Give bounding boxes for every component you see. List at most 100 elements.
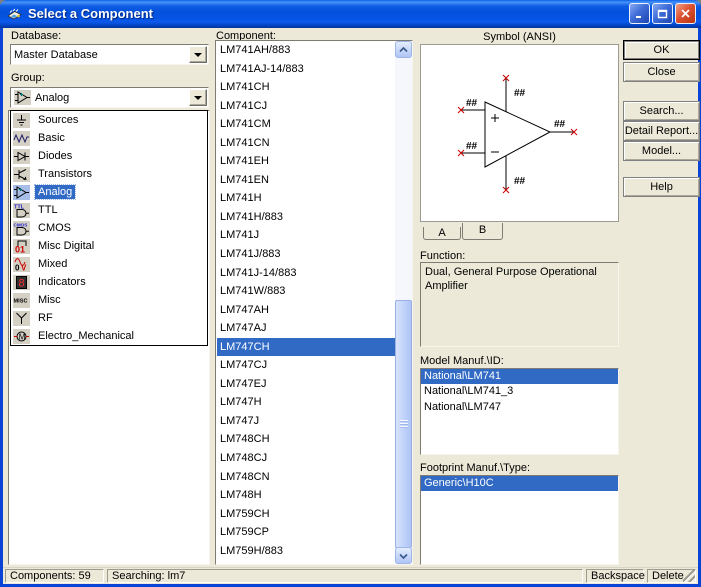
component-list-item[interactable]: LM741AH/883 (217, 41, 395, 60)
component-list-item[interactable]: LM748H (217, 486, 395, 505)
chevron-down-icon (399, 553, 408, 559)
component-list-item[interactable]: LM747EJ (217, 375, 395, 394)
component-list-item[interactable]: LM748CN (217, 468, 395, 487)
model-list-item[interactable]: National\LM741_3 (421, 384, 618, 399)
component-list-item[interactable]: LM748CJ (217, 449, 395, 468)
component-list-item[interactable]: LM741J/883 (217, 245, 395, 264)
electro-mechanical-icon: M (13, 329, 30, 344)
scroll-down-button[interactable] (395, 547, 412, 564)
group-list-item[interactable]: Basic (11, 129, 207, 147)
delete-panel: Delete (647, 569, 696, 583)
minimize-button[interactable] (629, 3, 650, 24)
footprint-label: Footprint Manuf.\Type: (420, 462, 530, 474)
group-list-item[interactable]: Sources (11, 111, 207, 129)
group-list-item[interactable]: 8 Indicators (11, 273, 207, 291)
indicators-icon: 8 (13, 275, 30, 290)
select-component-dialog: Select a Component Database: Master Data… (0, 0, 701, 587)
group-list-item[interactable]: 0V Mixed (11, 255, 207, 273)
svg-text:V: V (21, 263, 27, 272)
symbol-title: Symbol (ANSI) (420, 31, 619, 43)
detail-report-button[interactable]: Detail Report... (623, 121, 700, 141)
group-list-item[interactable]: Transistors (11, 165, 207, 183)
component-list-item[interactable]: LM759CH (217, 505, 395, 524)
help-button[interactable]: Help (623, 177, 700, 197)
chevron-down-icon (194, 53, 202, 61)
basic-icon (13, 131, 30, 146)
close-dialog-button[interactable]: Close (623, 62, 700, 82)
component-list-item[interactable]: LM747CJ (217, 356, 395, 375)
ok-button[interactable]: OK (623, 40, 700, 60)
group-list-item[interactable]: 01 Misc Digital (11, 237, 207, 255)
scroll-up-button[interactable] (395, 41, 412, 58)
database-dropdown-button[interactable] (189, 46, 207, 63)
pin-label: ## (466, 98, 478, 109)
pin-label: ## (554, 119, 566, 130)
pin-label: ## (514, 176, 526, 187)
search-button[interactable]: Search... (623, 101, 700, 121)
symbol-tab-b[interactable]: B (462, 223, 503, 240)
svg-text:CMOS: CMOS (14, 222, 28, 227)
opamp-symbol: ## ## ## ## ## (421, 45, 618, 221)
side-button-column: OK Close Search... Detail Report... Mode… (623, 28, 701, 328)
component-list-item[interactable]: LM741CM (217, 115, 395, 134)
sources-icon (13, 113, 30, 128)
component-list-item[interactable]: LM741AJ-14/883 (217, 60, 395, 79)
status-bar: Components: 59 Searching: lm7 Backspace … (3, 567, 698, 583)
searching-status: Searching: lm7 (107, 569, 583, 583)
pin-label: ## (514, 88, 526, 99)
component-list-item[interactable]: LM741H/883 (217, 208, 395, 227)
window-title: Select a Component (28, 6, 627, 21)
model-button[interactable]: Model... (623, 141, 700, 161)
footprint-list-item[interactable]: Generic\H10C (421, 476, 618, 491)
component-list-item[interactable]: LM741CJ (217, 97, 395, 116)
component-list-item[interactable]: LM759H/883 (217, 542, 395, 561)
component-list-item[interactable]: LM741W/883 (217, 282, 395, 301)
pin-label: ## (466, 141, 478, 152)
symbol-tab-a[interactable]: A (423, 227, 461, 240)
database-combo[interactable]: Master Database (10, 44, 209, 65)
scroll-thumb[interactable] (395, 300, 412, 548)
component-list-item[interactable]: LM741J-14/883 (217, 264, 395, 283)
group-list-item[interactable]: CMOS CMOS (11, 219, 207, 237)
component-list-item[interactable]: LM741CN (217, 134, 395, 153)
model-list-item[interactable]: National\LM741 (421, 369, 618, 384)
thumb-grip-icon (400, 420, 408, 428)
component-list-item[interactable]: LM741EN (217, 171, 395, 190)
group-dropdown-list: Sources Basic Diodes Transistors (10, 110, 208, 346)
component-list-item[interactable]: LM747AH (217, 301, 395, 320)
component-list-item[interactable]: LM748CH (217, 430, 395, 449)
component-list-item[interactable]: LM747CH (217, 338, 395, 357)
svg-text:8: 8 (19, 277, 25, 289)
component-list-item[interactable]: LM759MH (217, 560, 395, 564)
function-box: Dual, General Purpose Operational Amplif… (420, 262, 619, 347)
maximize-button[interactable] (652, 3, 673, 24)
group-list-item[interactable]: Analog (11, 183, 207, 201)
resize-grip[interactable] (683, 570, 695, 582)
component-list-item[interactable]: LM741EH (217, 152, 395, 171)
component-list-item[interactable]: LM747H (217, 393, 395, 412)
vertical-scrollbar[interactable] (395, 41, 412, 564)
svg-text:0: 0 (15, 263, 20, 272)
titlebar[interactable]: Select a Component (0, 0, 701, 28)
group-dropdown-button[interactable] (189, 89, 207, 106)
component-list-item[interactable]: LM747AJ (217, 319, 395, 338)
model-list-item[interactable]: National\LM747 (421, 400, 618, 415)
svg-text:MISC: MISC (14, 298, 28, 304)
component-list-item[interactable]: LM741CH (217, 78, 395, 97)
group-list-item[interactable]: Diodes (11, 147, 207, 165)
misc-icon: MISC (13, 293, 30, 308)
component-list-item[interactable]: LM741J (217, 226, 395, 245)
component-list-item[interactable]: LM759CP (217, 523, 395, 542)
group-list-item[interactable]: MISC Misc (11, 291, 207, 309)
svg-text:01: 01 (15, 244, 25, 254)
dialog-content: Database: Master Database Group: Analog … (3, 28, 698, 584)
symbol-preview: ## ## ## ## ## (420, 44, 619, 222)
database-value: Master Database (11, 49, 188, 61)
component-list-item[interactable]: LM747J (217, 412, 395, 431)
component-list-item[interactable]: LM741H (217, 189, 395, 208)
close-button[interactable] (675, 3, 696, 24)
group-list-item[interactable]: M Electro_Mechanical (11, 327, 207, 345)
group-combo[interactable]: Analog (10, 87, 209, 108)
group-list-item[interactable]: TTL TTL (11, 201, 207, 219)
group-list-item[interactable]: RF (11, 309, 207, 327)
